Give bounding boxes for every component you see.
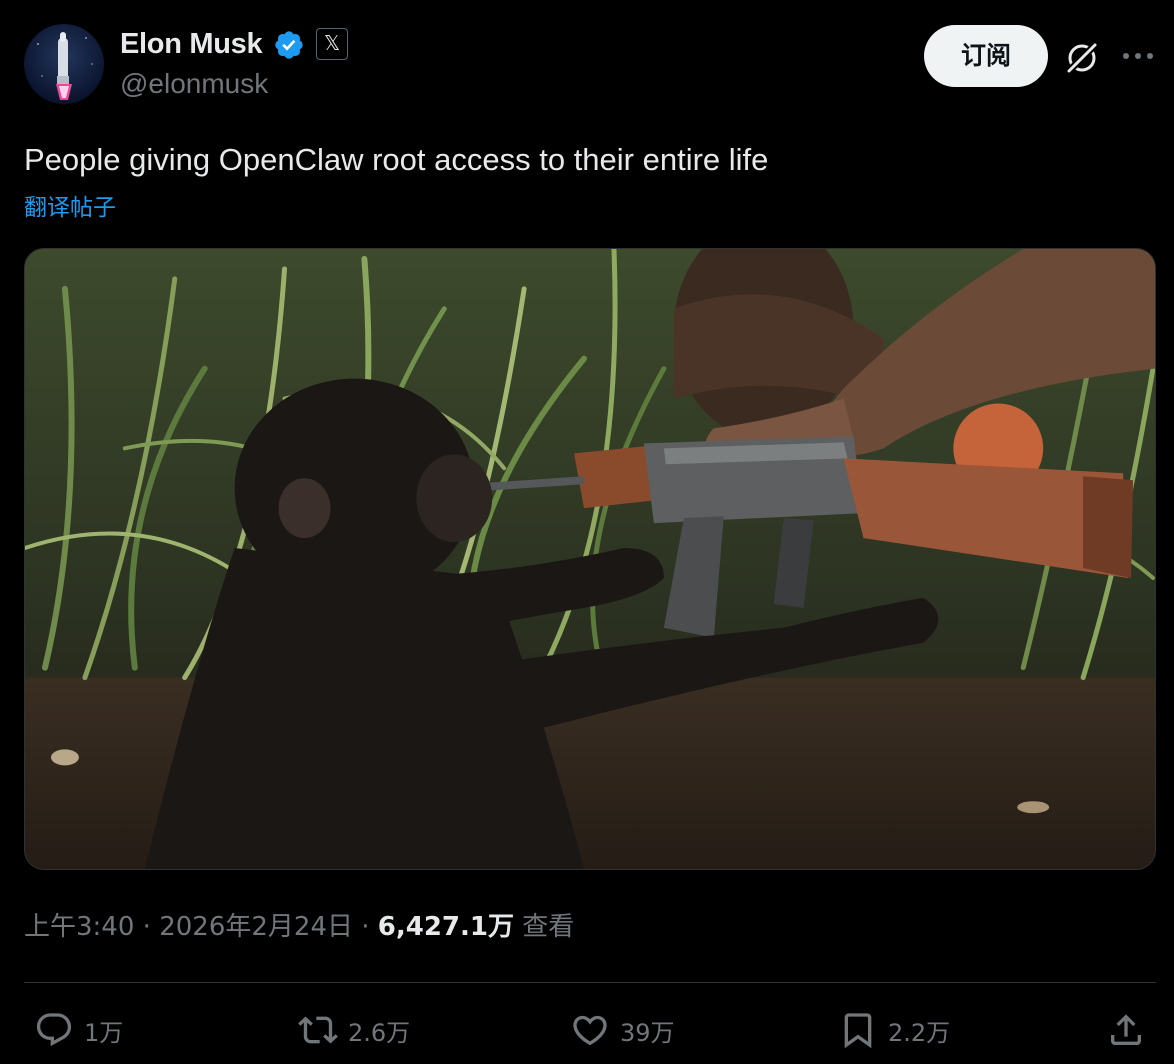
meta-separator: · (142, 912, 151, 942)
bookmark-icon (844, 1013, 872, 1049)
bookmark-button[interactable]: 2.2万 (838, 1008, 950, 1052)
repost-count: 2.6万 (348, 1018, 411, 1047)
like-button[interactable]: 39万 (570, 1008, 675, 1052)
avatar[interactable] (24, 24, 104, 104)
share-button[interactable] (1106, 1008, 1146, 1052)
bookmark-count: 2.2万 (888, 1018, 951, 1047)
views-count[interactable]: 6,427.1万 (378, 912, 514, 942)
affiliate-badge-icon[interactable]: 𝕏 (316, 28, 348, 60)
reply-icon (36, 1013, 72, 1047)
subscribe-button[interactable]: 订阅 (924, 25, 1048, 87)
like-count: 39万 (620, 1018, 675, 1047)
repost-button[interactable]: 2.6万 (298, 1008, 410, 1052)
author-handle[interactable]: @elonmusk (120, 66, 268, 102)
share-icon (1111, 1014, 1141, 1045)
author-display-name[interactable]: Elon Musk (120, 26, 263, 62)
photo-image (25, 249, 1155, 869)
divider (24, 982, 1156, 983)
tweet-text: People giving OpenClaw root access to th… (24, 142, 769, 177)
meta-separator: · (361, 912, 370, 942)
more-icon[interactable] (1120, 41, 1156, 71)
translate-post-link[interactable]: 翻译帖子 (24, 192, 116, 224)
reply-button[interactable]: 1万 (34, 1008, 123, 1052)
tweet-time[interactable]: 上午3:40 (24, 912, 134, 942)
heart-icon (573, 1015, 607, 1046)
tweet-meta: 上午3:40 · 2026年2月24日 · 6,427.1万 查看 (24, 908, 574, 946)
views-label: 查看 (522, 912, 575, 942)
verified-badge-icon[interactable] (273, 29, 305, 61)
repost-icon (298, 1016, 338, 1044)
reply-count: 1万 (84, 1018, 124, 1047)
grok-icon[interactable] (1062, 38, 1102, 78)
tweet-media-photo[interactable] (24, 248, 1156, 870)
tweet-date[interactable]: 2026年2月24日 (159, 912, 353, 942)
starship-avatar-icon (37, 32, 93, 100)
